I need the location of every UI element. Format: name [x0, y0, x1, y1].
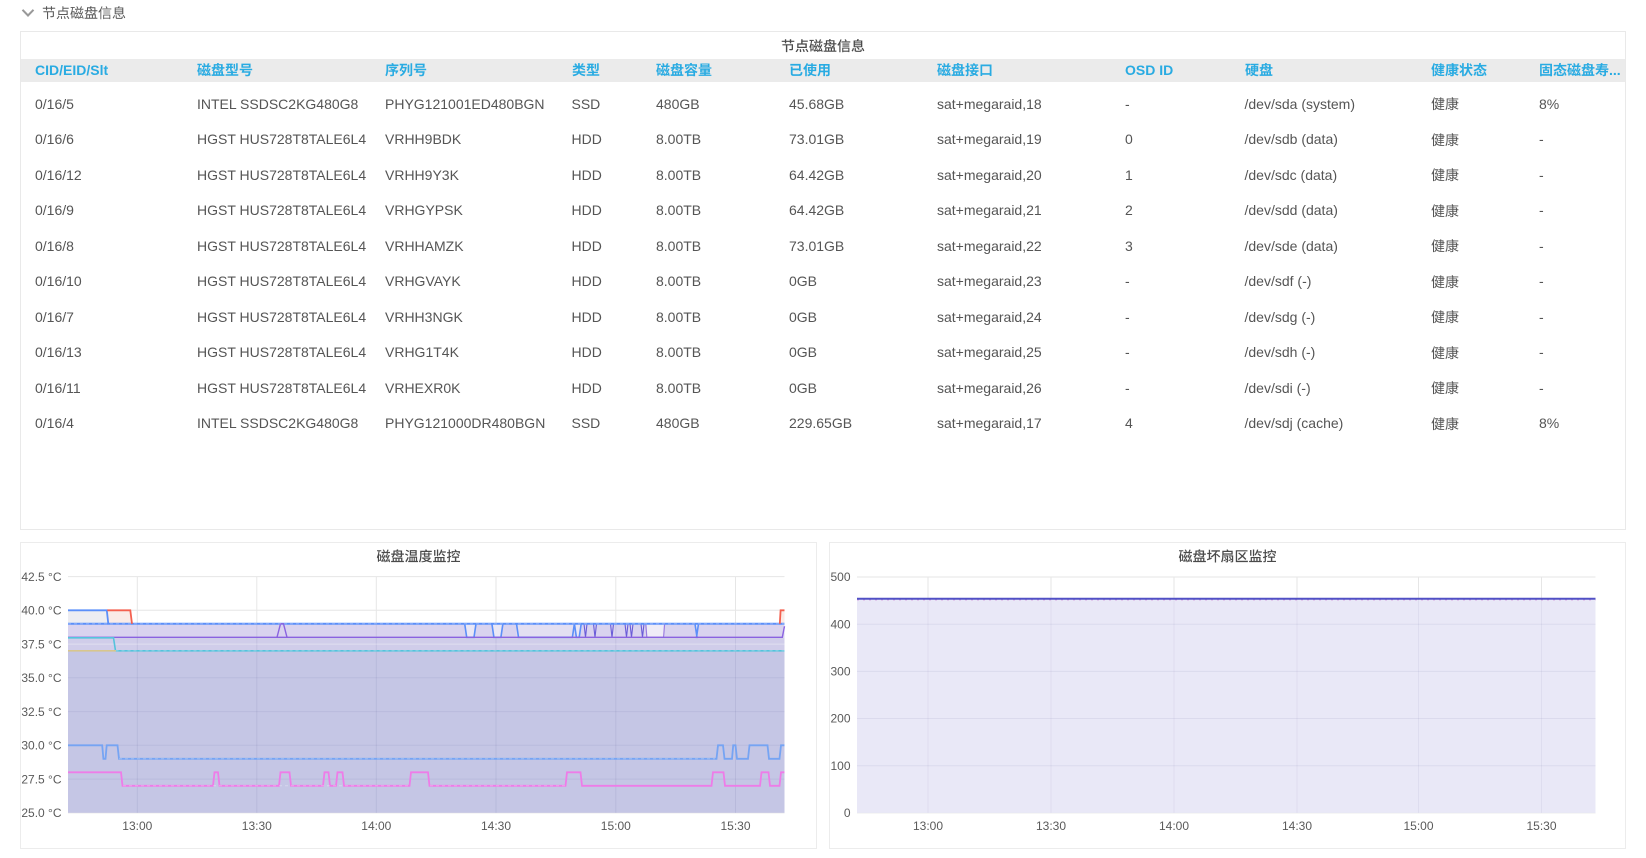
svg-text:15:30: 15:30 — [720, 819, 750, 833]
svg-text:13:30: 13:30 — [242, 819, 272, 833]
svg-text:40.0 °C: 40.0 °C — [21, 604, 61, 618]
svg-text:0: 0 — [844, 806, 851, 820]
svg-text:25.0 °C: 25.0 °C — [21, 806, 61, 820]
svg-text:14:30: 14:30 — [481, 819, 511, 833]
svg-text:35.0 °C: 35.0 °C — [21, 671, 61, 685]
svg-text:14:30: 14:30 — [1282, 819, 1312, 833]
svg-text:32.5 °C: 32.5 °C — [21, 705, 61, 719]
svg-text:15:00: 15:00 — [1403, 819, 1433, 833]
svg-text:13:00: 13:00 — [913, 819, 943, 833]
svg-text:500: 500 — [830, 570, 850, 584]
svg-text:14:00: 14:00 — [361, 819, 391, 833]
svg-text:13:30: 13:30 — [1036, 819, 1066, 833]
svg-text:14:00: 14:00 — [1159, 819, 1189, 833]
svg-text:42.5 °C: 42.5 °C — [21, 570, 61, 584]
svg-text:37.5 °C: 37.5 °C — [21, 637, 61, 651]
svg-text:100: 100 — [830, 759, 850, 773]
svg-text:30.0 °C: 30.0 °C — [21, 739, 61, 753]
svg-text:400: 400 — [830, 617, 850, 631]
svg-text:13:00: 13:00 — [122, 819, 152, 833]
svg-text:15:30: 15:30 — [1526, 819, 1556, 833]
svg-text:27.5 °C: 27.5 °C — [21, 772, 61, 786]
svg-text:300: 300 — [830, 665, 850, 679]
svg-text:15:00: 15:00 — [601, 819, 631, 833]
svg-text:200: 200 — [830, 712, 850, 726]
